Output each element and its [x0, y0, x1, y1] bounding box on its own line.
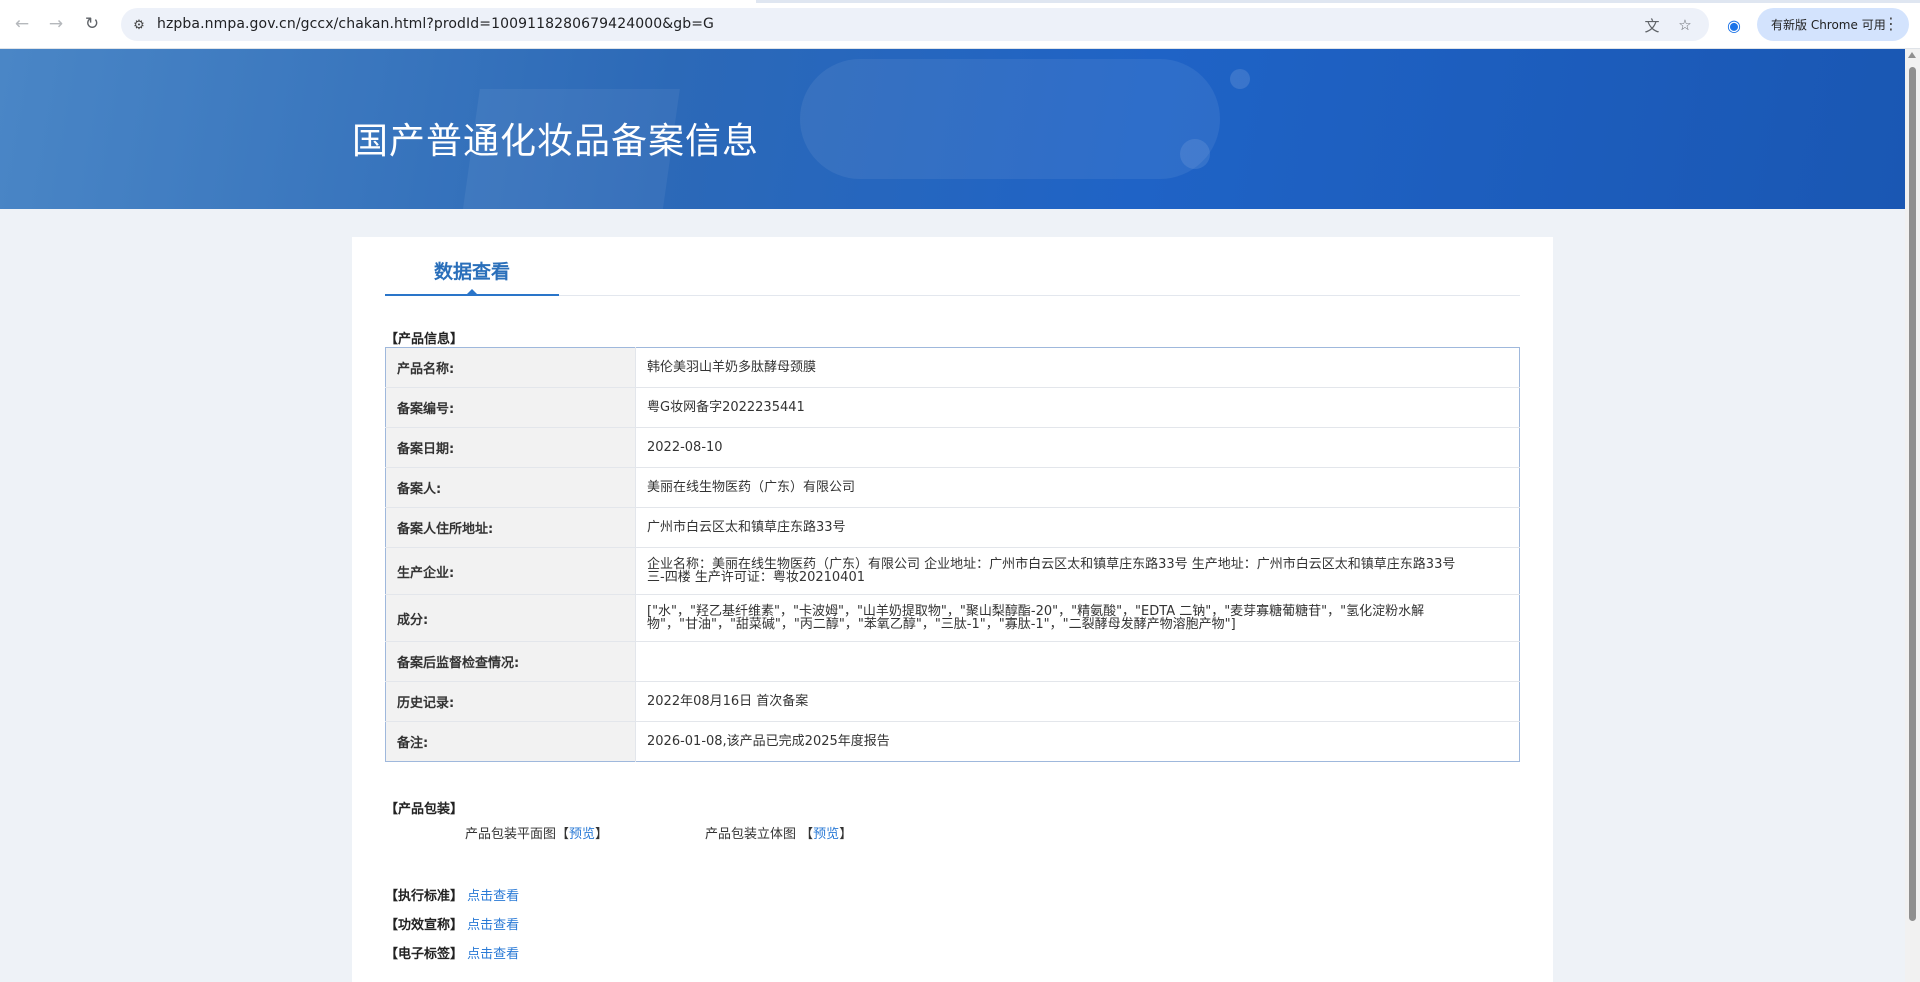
scroll-thumb[interactable] — [1909, 67, 1916, 921]
browser-toolbar: ← → ↻ ⚙ hzpba.nmpa.gov.cn/gccx/chakan.ht… — [0, 0, 1920, 49]
row-key: 生产企业: — [385, 547, 636, 595]
chrome-update-button[interactable]: 有新版 Chrome 可用 ⋮ — [1757, 8, 1909, 41]
doc-elabel-link[interactable]: 点击查看 — [467, 947, 519, 962]
row-value: 美丽在线生物医药（广东）有限公司 — [635, 467, 1520, 508]
arrow-left-icon: ← — [14, 14, 30, 34]
row-key: 历史记录: — [385, 681, 636, 722]
content-card: 数据查看 【产品信息】 产品名称: 韩伦美羽山羊奶多肽酵母颈膜 备案编号: 粤G… — [352, 237, 1553, 982]
arrow-right-icon: → — [48, 14, 64, 34]
site-info-icon[interactable]: ⚙ — [129, 15, 149, 35]
preview-solid-link[interactable]: 预览 — [813, 827, 839, 842]
header-banner: 国产普通化妆品备案信息 — [0, 49, 1905, 209]
profile-icon[interactable]: ◉ — [1722, 13, 1746, 37]
packaging-solid-item: 产品包装立体图 【预览】 — [705, 823, 852, 842]
product-info-heading: 【产品信息】 — [385, 332, 464, 347]
packaging-flat-label: 产品包装平面图 — [465, 827, 557, 842]
row-key: 备案编号: — [385, 387, 636, 428]
doc-standard-label: 【执行标准】 — [385, 889, 464, 904]
doc-standard-row: 【执行标准】 点击查看 — [385, 885, 519, 904]
row-key: 备注: — [385, 721, 636, 762]
row-key: 备案日期: — [385, 427, 636, 468]
bookmark-star-icon[interactable]: ☆ — [1674, 15, 1696, 35]
scroll-up-icon[interactable] — [1908, 52, 1916, 58]
page-viewport: 国产普通化妆品备案信息 数据查看 【产品信息】 产品名称: 韩伦美羽山羊奶多肽酵… — [0, 49, 1905, 982]
table-row: 备案人住所地址: 广州市白云区太和镇草庄东路33号 — [385, 507, 1520, 548]
row-key: 产品名称: — [385, 347, 636, 388]
product-info-table: 产品名称: 韩伦美羽山羊奶多肽酵母颈膜 备案编号: 粤G妆网备字20222354… — [385, 347, 1520, 762]
table-row: 备注: 2026-01-08,该产品已完成2025年度报告 — [385, 721, 1520, 762]
doc-efficacy-link[interactable]: 点击查看 — [467, 918, 519, 933]
page-scrollbar[interactable] — [1905, 49, 1920, 982]
row-value: 粤G妆网备字2022235441 — [635, 387, 1520, 428]
bracket-close: 】 — [839, 827, 853, 842]
page-title: 国产普通化妆品备案信息 — [352, 120, 760, 161]
menu-dots-icon: ⋮ — [1883, 14, 1899, 33]
table-row: 生产企业: 企业名称：美丽在线生物医药（广东）有限公司 企业地址：广州市白云区太… — [385, 547, 1520, 595]
bracket-open: 【 — [800, 827, 814, 842]
row-key: 备案后监督检查情况: — [385, 641, 636, 682]
table-row: 成分: ["水"，"羟乙基纤维素"，"卡波姆"，"山羊奶提取物"，"聚山梨醇酯-… — [385, 594, 1520, 642]
bracket-close: 】 — [595, 827, 609, 842]
back-button[interactable]: ← — [10, 12, 34, 36]
update-label: 有新版 Chrome 可用 — [1771, 18, 1886, 32]
doc-label-row: 【电子标签】 点击查看 — [385, 943, 519, 962]
preview-flat-link[interactable]: 预览 — [569, 827, 595, 842]
translate-icon[interactable]: 文 — [1641, 15, 1663, 35]
row-value: 企业名称：美丽在线生物医药（广东）有限公司 企业地址：广州市白云区太和镇草庄东路… — [635, 547, 1520, 595]
tab-strip-edge — [0, 0, 1920, 3]
tab-bar: 数据查看 — [385, 247, 1520, 296]
bracket-open: 【 — [556, 827, 570, 842]
table-row: 备案人: 美丽在线生物医药（广东）有限公司 — [385, 467, 1520, 508]
row-key: 成分: — [385, 594, 636, 642]
reload-button[interactable]: ↻ — [80, 12, 104, 36]
doc-standard-link[interactable]: 点击查看 — [467, 889, 519, 904]
banner-decoration — [1230, 69, 1250, 89]
row-key: 备案人住所地址: — [385, 507, 636, 548]
banner-decoration — [1180, 139, 1210, 169]
forward-button[interactable]: → — [44, 12, 68, 36]
packaging-flat-item: 产品包装平面图【预览】 — [465, 823, 608, 842]
doc-efficacy-label: 【功效宣称】 — [385, 918, 464, 933]
doc-efficacy-row: 【功效宣称】 点击查看 — [385, 914, 519, 933]
table-row: 产品名称: 韩伦美羽山羊奶多肽酵母颈膜 — [385, 347, 1520, 388]
table-row: 备案日期: 2022-08-10 — [385, 427, 1520, 468]
row-value: 广州市白云区太和镇草庄东路33号 — [635, 507, 1520, 548]
row-key: 备案人: — [385, 467, 636, 508]
banner-decoration — [800, 59, 1220, 179]
active-tab-edge — [0, 0, 756, 3]
row-value: 2022-08-10 — [635, 427, 1520, 468]
row-value: 韩伦美羽山羊奶多肽酵母颈膜 — [635, 347, 1520, 388]
reload-icon: ↻ — [84, 14, 100, 34]
row-value — [635, 641, 1520, 682]
packaging-solid-label: 产品包装立体图 — [705, 827, 797, 842]
tab-caret-icon — [465, 289, 479, 296]
url-text[interactable]: hzpba.nmpa.gov.cn/gccx/chakan.html?prodI… — [157, 16, 714, 32]
address-bar[interactable]: ⚙ hzpba.nmpa.gov.cn/gccx/chakan.html?pro… — [121, 8, 1709, 41]
row-value: ["水"，"羟乙基纤维素"，"卡波姆"，"山羊奶提取物"，"聚山梨醇酯-20"，… — [635, 594, 1520, 642]
row-value: 2022年08月16日 首次备案 — [635, 681, 1520, 722]
table-row: 备案编号: 粤G妆网备字2022235441 — [385, 387, 1520, 428]
doc-elabel-label: 【电子标签】 — [385, 947, 464, 962]
table-row: 备案后监督检查情况: — [385, 641, 1520, 682]
row-value: 2026-01-08,该产品已完成2025年度报告 — [647, 734, 890, 749]
packaging-heading: 【产品包装】 — [385, 802, 464, 817]
table-row: 历史记录: 2022年08月16日 首次备案 — [385, 681, 1520, 722]
